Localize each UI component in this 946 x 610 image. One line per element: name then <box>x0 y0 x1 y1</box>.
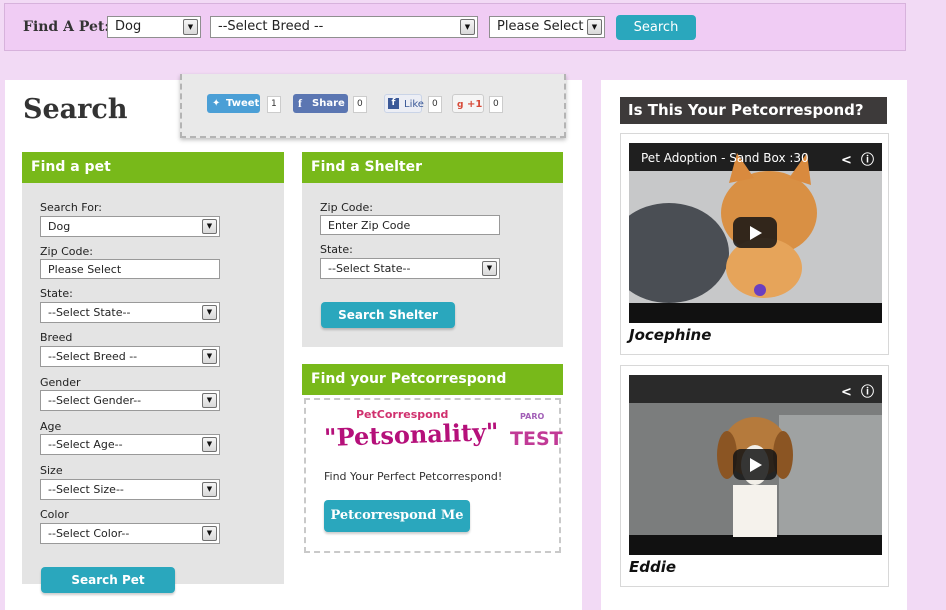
facebook-icon: f <box>298 96 302 110</box>
chevron-down-icon: ▼ <box>183 19 198 35</box>
age-label: Age <box>40 420 62 433</box>
topbar-search-button[interactable]: Search <box>616 15 696 40</box>
shelter-state-select[interactable]: --Select State-- ▼ <box>320 258 500 279</box>
zip-code-field[interactable]: Please Select <box>40 259 220 279</box>
google-plus-icon: g <box>457 100 464 110</box>
video-controls: < ⓘ <box>841 149 874 168</box>
video-title: Pet Adoption - Sand Box :30 <box>641 151 809 165</box>
find-pet-label: Find A Pet: <box>23 19 110 35</box>
gender-value: --Select Gender-- <box>48 394 142 407</box>
shelter-state-value: --Select State-- <box>328 262 411 275</box>
fb-share-label: Share <box>312 98 345 109</box>
pet-name: Jocephine <box>629 326 712 344</box>
google-plus-button[interactable]: g +1 <box>452 94 484 113</box>
like-label: Like <box>404 99 424 110</box>
chevron-down-icon: ▼ <box>482 261 497 276</box>
chevron-down-icon: ▼ <box>202 349 217 364</box>
chevron-down-icon: ▼ <box>202 219 217 234</box>
chevron-down-icon: ▼ <box>202 526 217 541</box>
please-select[interactable]: Please Select ▼ <box>489 16 605 38</box>
play-icon[interactable] <box>733 217 777 248</box>
size-label: Size <box>40 464 63 477</box>
shelter-state-label: State: <box>320 243 353 256</box>
petcorrespond-me-button[interactable]: Petcorrespond Me <box>324 500 470 532</box>
twitter-icon: ✦ <box>212 98 221 109</box>
size-value: --Select Size-- <box>48 483 124 496</box>
find-shelter-heading: Find a Shelter <box>302 152 563 183</box>
like-count: 0 <box>428 96 442 113</box>
gplus-count: 0 <box>489 96 503 113</box>
logo-test-text: TEST <box>510 428 563 450</box>
color-label: Color <box>40 508 69 521</box>
share-bar: ✦ Tweet 1 f Share 0 f Like 0 g +1 0 <box>180 74 566 138</box>
facebook-icon: f <box>388 98 399 109</box>
shelter-zip-placeholder: Enter Zip Code <box>328 219 411 232</box>
petcorrespond-box: PetCorrespond "Petsonality" TEST PARO Fi… <box>304 398 563 553</box>
video-card-eddie: < ⓘ Eddie <box>620 365 889 587</box>
video-card-jocephine: Pet Adoption - Sand Box :30 < ⓘ Jocephin… <box>620 133 889 355</box>
gender-label: Gender <box>40 376 81 389</box>
facebook-share-button[interactable]: f Share <box>293 94 348 113</box>
zip-code-value: Please Select <box>48 263 122 276</box>
tweet-label: Tweet <box>226 98 260 109</box>
shelter-zip-field[interactable]: Enter Zip Code <box>320 215 500 235</box>
video-player[interactable]: < ⓘ <box>629 375 882 555</box>
zip-code-label: Zip Code: <box>40 245 93 258</box>
search-pet-button[interactable]: Search Pet <box>41 567 175 593</box>
animal-select-value: Dog <box>115 19 142 34</box>
chevron-down-icon: ▼ <box>202 305 217 320</box>
search-for-value: Dog <box>48 220 71 233</box>
chevron-down-icon: ▼ <box>202 482 217 497</box>
share-icon[interactable]: < <box>841 385 852 400</box>
gplus-label: +1 <box>466 99 483 110</box>
find-pet-heading: Find a pet <box>22 152 284 183</box>
logo-big-text: "Petsonality" <box>323 416 500 453</box>
info-icon[interactable]: ⓘ <box>861 385 874 400</box>
breed-value: --Select Breed -- <box>48 350 138 363</box>
play-icon[interactable] <box>733 449 777 480</box>
age-select[interactable]: --Select Age-- ▼ <box>40 434 220 455</box>
find-shelter-form: Zip Code: Enter Zip Code State: --Select… <box>302 183 563 347</box>
age-value: --Select Age-- <box>48 438 123 451</box>
chevron-down-icon: ▼ <box>202 393 217 408</box>
shelter-zip-label: Zip Code: <box>320 201 373 214</box>
breed-select-form[interactable]: --Select Breed -- ▼ <box>40 346 220 367</box>
search-for-select[interactable]: Dog ▼ <box>40 216 220 237</box>
tweet-count: 1 <box>267 96 281 113</box>
petcorrespond-tagline: Find Your Perfect Petcorrespond! <box>324 470 503 483</box>
share-icon[interactable]: < <box>841 153 852 168</box>
video-controls: < ⓘ <box>841 381 874 400</box>
pet-name: Eddie <box>629 558 677 576</box>
tweet-button[interactable]: ✦ Tweet <box>207 94 260 113</box>
color-value: --Select Color-- <box>48 527 130 540</box>
find-pet-form: Search For: Dog ▼ Zip Code: Please Select… <box>22 183 284 593</box>
chevron-down-icon: ▼ <box>460 19 475 35</box>
search-for-label: Search For: <box>40 201 102 214</box>
right-heading: Is This Your Petcorrespond? <box>620 97 887 124</box>
state-value: --Select State-- <box>48 306 131 319</box>
like-button[interactable]: f Like <box>384 94 424 113</box>
chevron-down-icon: ▼ <box>202 437 217 452</box>
gender-select[interactable]: --Select Gender-- ▼ <box>40 390 220 411</box>
petsonality-logo: PetCorrespond "Petsonality" TEST PARO <box>323 406 563 464</box>
breed-select-value: --Select Breed -- <box>218 19 324 34</box>
state-label: State: <box>40 287 73 300</box>
color-select[interactable]: --Select Color-- ▼ <box>40 523 220 544</box>
fb-share-count: 0 <box>353 96 367 113</box>
info-icon[interactable]: ⓘ <box>861 153 874 168</box>
chevron-down-icon: ▼ <box>587 19 602 35</box>
size-select[interactable]: --Select Size-- ▼ <box>40 479 220 500</box>
petcorrespond-heading: Find your Petcorrespond <box>302 364 563 395</box>
state-select[interactable]: --Select State-- ▼ <box>40 302 220 323</box>
animal-select[interactable]: Dog ▼ <box>107 16 201 38</box>
video-player[interactable]: Pet Adoption - Sand Box :30 < ⓘ <box>629 143 882 323</box>
breed-select[interactable]: --Select Breed -- ▼ <box>210 16 478 38</box>
search-shelter-button[interactable]: Search Shelter <box>321 302 455 328</box>
breed-label: Breed <box>40 331 73 344</box>
page-title: Search <box>23 94 128 125</box>
logo-badge-text: PARO <box>520 412 545 421</box>
please-select-value: Please Select <box>497 19 584 34</box>
